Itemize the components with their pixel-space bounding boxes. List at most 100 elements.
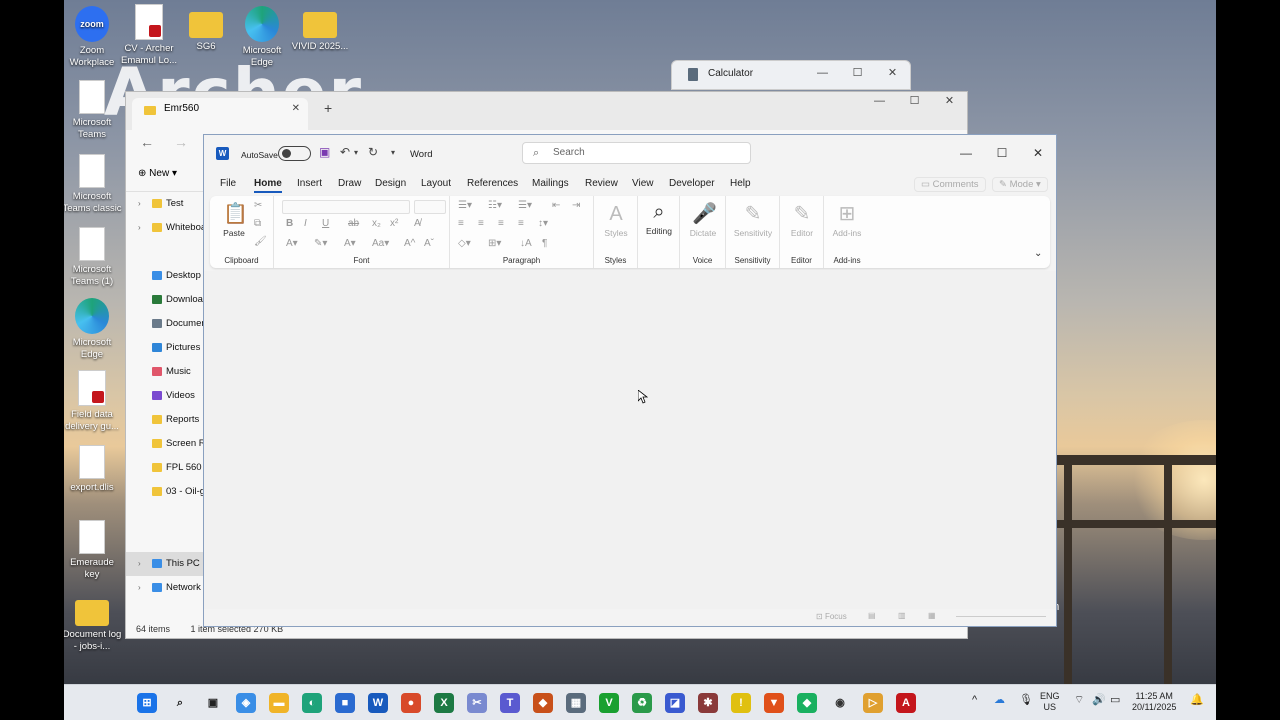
nav-item[interactable]: › Test — [126, 192, 206, 216]
maximize-button[interactable]: ☐ — [840, 61, 875, 91]
nav-item[interactable]: › Network — [126, 576, 206, 600]
read-mode-icon[interactable]: ▤ — [868, 611, 876, 620]
superscript-button[interactable]: x² — [390, 218, 398, 229]
clear-formatting-icon[interactable]: A̸ — [414, 218, 421, 229]
close-button[interactable]: ✕ — [932, 92, 967, 112]
back-button[interactable]: ← — [140, 134, 154, 150]
tab-references[interactable]: References — [467, 178, 518, 189]
autosave-toggle[interactable] — [278, 146, 311, 161]
numbering-icon[interactable]: ☷▾ — [488, 200, 502, 211]
save-icon[interactable]: ▣ — [319, 145, 330, 159]
subscript-button[interactable]: x₂ — [372, 218, 381, 229]
font-size-select[interactable] — [414, 200, 446, 214]
chevron-right-icon[interactable]: › — [138, 552, 141, 576]
language-indicator[interactable]: ENG US — [1040, 691, 1060, 713]
search-input[interactable]: ⌕ Search — [522, 142, 751, 164]
addins-button[interactable]: ⊞ Add-ins — [828, 202, 866, 238]
align-center-icon[interactable]: ≡ — [478, 218, 484, 229]
search-icon[interactable]: ⌕ — [170, 693, 190, 713]
wifi-icon[interactable]: ⌔ — [1074, 695, 1084, 706]
tab-view[interactable]: View — [632, 178, 654, 189]
desktop-icon-emeraude[interactable]: Emeraude key — [64, 520, 122, 581]
nav-item[interactable]: › This PC — [126, 552, 206, 576]
onedrive-icon[interactable]: ☁ — [994, 695, 1005, 706]
desktop-icon-teams-classic[interactable]: Microsoft Teams classic — [64, 154, 122, 215]
shading-icon[interactable]: ◇▾ — [458, 238, 471, 249]
customize-qat-icon[interactable]: ▾ — [391, 148, 395, 157]
format-painter-icon[interactable]: 🖌 — [254, 236, 267, 247]
app-media-icon[interactable]: ▷ — [863, 693, 883, 713]
bold-button[interactable]: B — [286, 218, 293, 229]
minimize-button[interactable]: — — [948, 135, 984, 173]
undo-icon[interactable]: ↶ — [340, 145, 350, 159]
increase-indent-icon[interactable]: ⇥ — [572, 200, 580, 211]
shrink-font-icon[interactable]: Aˇ — [424, 238, 434, 249]
zoom-slider[interactable] — [956, 616, 1046, 617]
close-button[interactable]: ✕ — [875, 61, 910, 91]
highlight-icon[interactable]: ✎▾ — [314, 238, 327, 249]
dictate-button[interactable]: 🎤 Dictate — [684, 202, 722, 238]
nav-item[interactable]: Documents — [126, 312, 206, 336]
office-icon[interactable]: ● — [401, 693, 421, 713]
word-window[interactable]: W AutoSave ▣ ↶ ▾ ↻ ▾ Word ⌕ Search — ☐ ✕… — [203, 134, 1057, 627]
underline-button[interactable]: U — [322, 218, 329, 229]
print-layout-icon[interactable]: ▥ — [898, 611, 906, 620]
align-right-icon[interactable]: ≡ — [498, 218, 504, 229]
desktop-icon-teams[interactable]: Microsoft Teams — [64, 80, 122, 141]
forward-button[interactable]: → — [174, 134, 188, 150]
teams-icon[interactable]: T — [500, 693, 520, 713]
obs-icon[interactable]: ◉ — [830, 693, 850, 713]
redo-icon[interactable]: ↻ — [368, 145, 378, 159]
desktop-icon-teams-1[interactable]: Microsoft Teams (1) — [64, 227, 122, 288]
strikethrough-button[interactable]: ab — [348, 218, 359, 229]
nav-item[interactable]: Desktop — [126, 264, 206, 288]
store-icon[interactable]: ■ — [335, 693, 355, 713]
italic-button[interactable]: I — [304, 218, 307, 229]
close-tab-icon[interactable]: ✕ — [292, 98, 300, 120]
editor-button[interactable]: ✎ Editor — [784, 202, 820, 238]
tab-file[interactable]: File — [220, 178, 236, 189]
font-color-icon[interactable]: A▾ — [344, 238, 356, 249]
calculator-icon[interactable]: ▦ — [566, 693, 586, 713]
web-layout-icon[interactable]: ▦ — [928, 611, 936, 620]
excel-icon[interactable]: X — [434, 693, 454, 713]
bullets-icon[interactable]: ☰▾ — [458, 200, 472, 211]
chevron-right-icon[interactable]: › — [138, 192, 141, 216]
new-button[interactable]: ⊕ New ▾ — [138, 168, 177, 179]
change-case-icon[interactable]: Aa▾ — [372, 238, 389, 249]
desktop-icon-export-dlis[interactable]: export.dlis — [64, 445, 122, 494]
volume-icon[interactable]: 🔊 — [1092, 695, 1106, 706]
nav-item[interactable]: Downloads — [126, 288, 206, 312]
cut-icon[interactable]: ✂ — [254, 200, 262, 211]
minimize-button[interactable]: — — [805, 61, 840, 91]
tab-insert[interactable]: Insert — [297, 178, 322, 189]
tab-review[interactable]: Review — [585, 178, 618, 189]
close-button[interactable]: ✕ — [1020, 135, 1056, 173]
desktop-icon-zoom[interactable]: zoom Zoom Workplace — [64, 6, 122, 69]
edge-icon[interactable]: ◐ — [302, 693, 322, 713]
tab-help[interactable]: Help — [730, 178, 751, 189]
desktop-icon-document-log[interactable]: Document log - jobs-i... — [64, 592, 122, 653]
nav-item[interactable]: Screen Re — [126, 432, 206, 456]
styles-button[interactable]: A Styles — [598, 202, 634, 238]
document-canvas[interactable] — [204, 271, 1056, 609]
snipping-icon[interactable]: ✂ — [467, 693, 487, 713]
explorer-tab[interactable]: Emr560 ✕ — [132, 98, 308, 130]
nav-item[interactable]: 03 - Oil-g — [126, 480, 206, 504]
tab-design[interactable]: Design — [375, 178, 406, 189]
multilevel-list-icon[interactable]: ☰▾ — [518, 200, 532, 211]
nav-item[interactable]: Pictures — [126, 336, 206, 360]
text-effects-icon[interactable]: A▾ — [286, 238, 298, 249]
notifications-icon[interactable]: 🔔 — [1190, 695, 1204, 706]
nav-item[interactable]: › Whiteboa — [126, 216, 206, 240]
tab-developer[interactable]: Developer — [669, 178, 715, 189]
copy-icon[interactable]: ⧉ — [254, 218, 261, 229]
app-orange-icon[interactable]: ◆ — [533, 693, 553, 713]
desktop-icon-edge[interactable]: Microsoft Edge — [232, 6, 292, 69]
tray-overflow-icon[interactable]: ^ — [972, 695, 977, 706]
chevron-right-icon[interactable]: › — [138, 216, 141, 240]
nav-item[interactable]: FPL 560 c — [126, 456, 206, 480]
undo-dropdown-icon[interactable]: ▾ — [354, 148, 358, 157]
sort-icon[interactable]: ↓A — [520, 238, 532, 249]
borders-icon[interactable]: ⊞▾ — [488, 238, 501, 249]
